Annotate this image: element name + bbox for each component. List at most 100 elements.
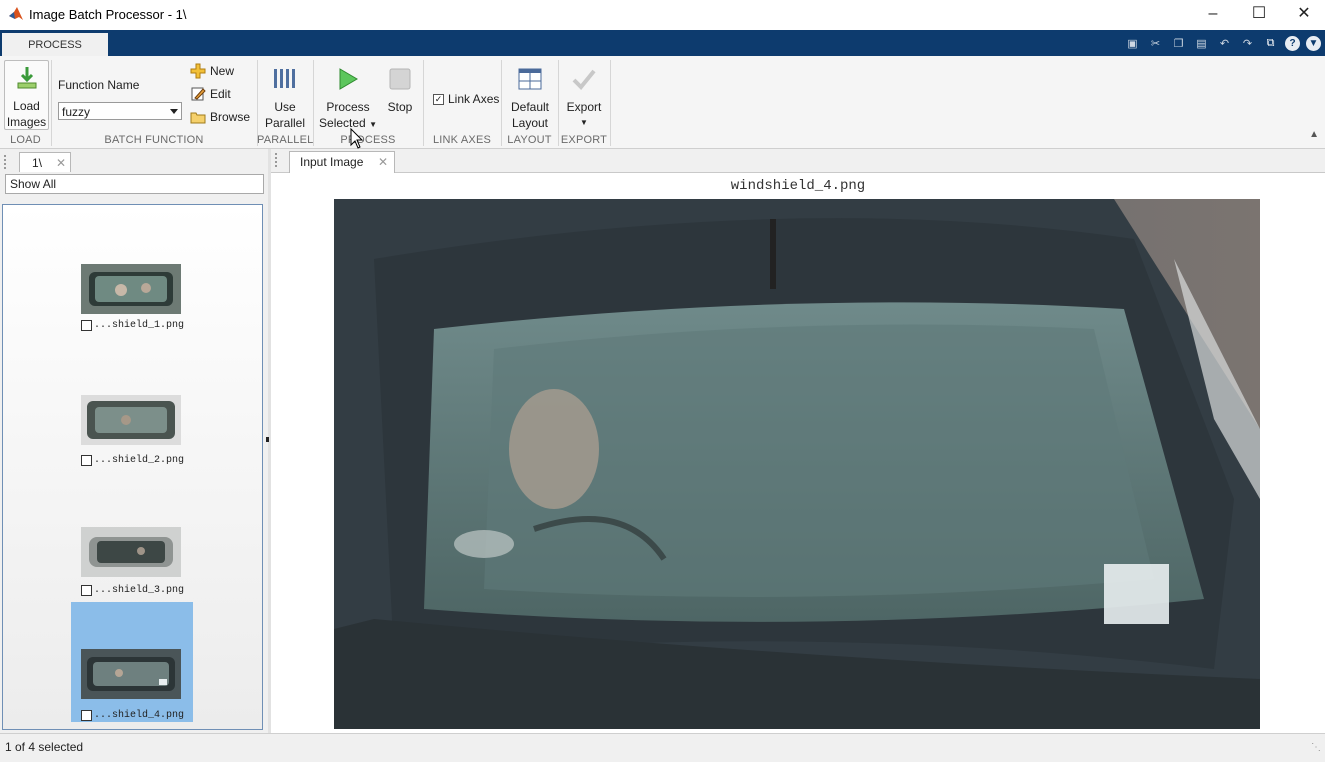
link-axes-checkbox[interactable]: ✓ Link Axes	[433, 89, 499, 109]
panel-grip-icon[interactable]	[4, 155, 12, 169]
load-arrow-icon	[17, 67, 36, 89]
minimize-icon[interactable]: –	[1198, 4, 1228, 26]
list-item[interactable]: ...shield_2.png	[71, 383, 193, 503]
thumbnail-caption: ...shield_3.png	[81, 583, 184, 597]
undo-icon[interactable]: ↶	[1216, 35, 1233, 52]
parallel-icon	[274, 69, 295, 88]
load-section-label: LOAD	[10, 134, 41, 146]
list-item[interactable]: ...shield_1.png	[71, 257, 193, 377]
export-section: Export ▼ EXPORT	[558, 60, 611, 146]
play-icon	[339, 68, 358, 90]
thumbnail-image	[81, 395, 181, 445]
load-images-line2: Images	[6, 115, 47, 129]
use-parallel-line2: Parallel	[264, 116, 306, 130]
layout-section: Default Layout LAYOUT	[501, 60, 559, 146]
new-plus-icon	[190, 63, 206, 79]
select-checkbox[interactable]	[81, 709, 92, 721]
window-icon[interactable]: ⧉	[1262, 35, 1279, 52]
process-selected-button[interactable]: Process Selected ▼	[319, 66, 377, 133]
tab-folder[interactable]: 1\ ✕	[19, 152, 71, 172]
window-title: Image Batch Processor - 1\	[29, 7, 187, 22]
load-section: Load Images LOAD	[0, 60, 52, 146]
select-checkbox[interactable]	[81, 319, 92, 331]
input-image-tab-label: Input Image	[300, 155, 364, 169]
browse-function-button[interactable]: Browse	[190, 107, 250, 127]
close-tab-icon[interactable]: ✕	[378, 152, 388, 173]
help-icon[interactable]: ?	[1285, 35, 1300, 51]
tab-input-image[interactable]: Input Image ✕	[289, 151, 395, 173]
redo-icon[interactable]: ↷	[1239, 35, 1256, 52]
ribbon-tab-strip: PROCESS ▣ ✂ ❐ ▤ ↶ ↷ ⧉ ? ▼	[0, 30, 1325, 56]
thumbnail-image	[81, 649, 181, 699]
ribbon: Load Images LOAD BATCH FUNCTION Function…	[0, 56, 1325, 149]
process-section-label: PROCESS	[340, 134, 396, 146]
panel-grip-icon[interactable]	[275, 153, 283, 167]
thumbnail-list[interactable]: ...shield_1.png ...shield_2.png ...shiel…	[2, 204, 263, 730]
show-filter-dropdown[interactable]: Show All	[5, 174, 264, 194]
select-checkbox[interactable]	[81, 454, 92, 466]
export-section-label: EXPORT	[560, 134, 608, 146]
thumbnail-filename: ...shield_3.png	[94, 584, 185, 596]
batch-function-section-label: BATCH FUNCTION	[104, 134, 204, 146]
edit-function-button[interactable]: Edit	[190, 84, 231, 104]
thumbnail-image	[81, 527, 181, 577]
close-icon[interactable]: ✕	[1289, 4, 1319, 26]
cut-icon[interactable]: ✂	[1147, 35, 1164, 52]
folder-tab-label: 1\	[32, 156, 43, 170]
mouse-cursor-icon	[350, 128, 364, 149]
thumbnail-caption: ...shield_2.png	[81, 453, 184, 467]
stop-icon	[389, 68, 411, 90]
save-icon[interactable]: ▣	[1124, 35, 1141, 52]
input-image-panel: Input Image ✕ windshield_4.png	[271, 149, 1325, 733]
use-parallel-button[interactable]: Use Parallel	[261, 66, 309, 131]
select-checkbox[interactable]	[81, 584, 92, 596]
link-axes-label: Link Axes	[448, 92, 500, 106]
close-tab-icon[interactable]: ✕	[56, 153, 66, 173]
process-selected-line1: Process	[326, 100, 370, 114]
parallel-section-label: PARALLEL	[257, 134, 314, 146]
edit-label: Edit	[210, 87, 231, 101]
matlab-logo-icon	[9, 7, 23, 20]
thumbnail-caption: ...shield_4.png	[81, 708, 184, 722]
export-button[interactable]: Export ▼	[562, 66, 606, 131]
load-images-button[interactable]: Load Images	[4, 60, 49, 130]
load-images-line1: Load	[13, 99, 40, 113]
splitter-handle[interactable]	[266, 437, 269, 442]
tab-process[interactable]: PROCESS	[2, 33, 108, 56]
function-name-value: fuzzy	[62, 105, 91, 119]
export-label: Export	[566, 100, 602, 114]
process-section: Process Selected ▼ Stop PROCESS	[313, 60, 424, 146]
input-image-view[interactable]	[334, 199, 1260, 729]
maximize-icon[interactable]: ☐	[1244, 4, 1274, 26]
process-selected-line2-row: Selected ▼	[319, 115, 377, 133]
selection-status: 1 of 4 selected	[5, 740, 84, 754]
chevron-down-icon	[170, 109, 178, 114]
link-axes-section: ✓ Link Axes LINK AXES	[423, 60, 502, 146]
link-axes-section-label: LINK AXES	[432, 134, 492, 146]
title-bar: Image Batch Processor - 1\ – ☐ ✕	[0, 0, 1325, 30]
thumbnail-filename: ...shield_1.png	[94, 319, 185, 331]
function-name-dropdown[interactable]: fuzzy	[58, 102, 182, 120]
options-icon[interactable]: ▼	[1306, 35, 1321, 51]
checkbox-checked-icon: ✓	[433, 93, 444, 105]
edit-pencil-icon	[191, 87, 206, 101]
status-bar: 1 of 4 selected ⋱	[0, 733, 1325, 762]
default-layout-line1: Default	[510, 100, 550, 114]
list-item-selected[interactable]: ...shield_4.png	[71, 602, 193, 722]
paste-icon[interactable]: ▤	[1193, 35, 1210, 52]
image-tab-bar: Input Image ✕	[271, 149, 1325, 173]
browse-label: Browse	[210, 110, 251, 124]
collapse-ribbon-icon[interactable]: ▲	[1309, 129, 1319, 140]
new-function-button[interactable]: New	[190, 61, 234, 81]
resize-grip-icon[interactable]: ⋱	[1311, 742, 1321, 753]
layout-section-label: LAYOUT	[507, 134, 552, 146]
stop-button[interactable]: Stop	[383, 66, 417, 115]
stop-label: Stop	[387, 100, 413, 114]
copy-icon[interactable]: ❐	[1170, 35, 1187, 52]
default-layout-line2: Layout	[511, 116, 549, 130]
default-layout-button[interactable]: Default Layout	[505, 66, 555, 131]
thumbnail-filename: ...shield_4.png	[94, 709, 185, 721]
quick-access-toolbar: ▣ ✂ ❐ ▤ ↶ ↷ ⧉ ? ▼	[1124, 34, 1321, 52]
thumbnail-caption: ...shield_1.png	[81, 318, 184, 332]
image-title: windshield_4.png	[730, 178, 866, 194]
